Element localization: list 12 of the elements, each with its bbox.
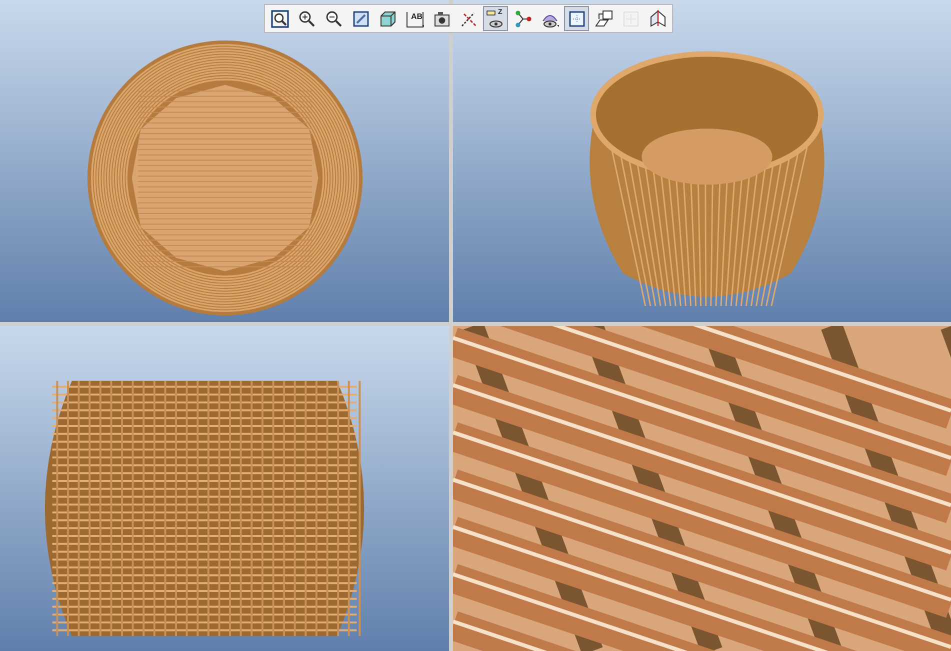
zoom-in-icon — [296, 8, 316, 28]
cube-icon — [378, 8, 398, 28]
node-graph-icon — [512, 8, 532, 28]
frame-icon — [566, 8, 586, 28]
toolbar-button[interactable]: AB — [402, 6, 427, 31]
magnifier-icon — [270, 8, 290, 28]
eye-icon — [486, 8, 506, 28]
squares-icon — [594, 8, 614, 28]
pencil-square-icon — [350, 8, 370, 28]
plane-icon — [648, 8, 668, 28]
toolbar-button[interactable] — [564, 6, 589, 31]
zoom-out-icon — [324, 8, 344, 28]
